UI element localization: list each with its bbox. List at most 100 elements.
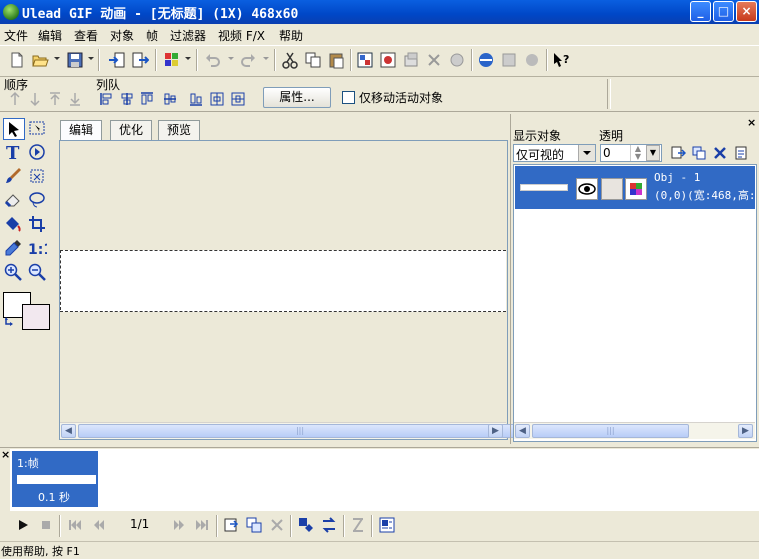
opacity-dropdown-icon[interactable]: ▼ <box>646 145 660 161</box>
bring-forward-icon[interactable] <box>7 91 23 107</box>
align-center-icon[interactable] <box>119 91 135 107</box>
lasso-tool-icon[interactable] <box>27 166 47 186</box>
center-horizontal-icon[interactable] <box>209 91 225 107</box>
fill-tool-icon[interactable] <box>3 214 23 234</box>
play-icon[interactable] <box>14 516 32 534</box>
export-icon[interactable] <box>131 51 149 69</box>
paintbrush-tool-icon[interactable] <box>3 166 23 186</box>
zoom-in-icon[interactable] <box>3 262 23 282</box>
palette-icon[interactable] <box>625 178 647 200</box>
tab-optimize[interactable]: 优化 <box>110 120 153 140</box>
center-vertical-icon[interactable] <box>230 91 246 107</box>
zoom-out-icon[interactable] <box>27 262 47 282</box>
chevron-down-icon[interactable] <box>578 145 595 161</box>
move-active-only-checkbox[interactable] <box>342 91 355 104</box>
pick-tool-icon[interactable] <box>3 118 25 140</box>
lock-toggle[interactable] <box>601 178 623 200</box>
delete-frame-icon[interactable] <box>268 516 286 534</box>
minimize-button[interactable]: _ <box>690 1 711 22</box>
tween-icon[interactable] <box>448 51 466 69</box>
maximize-button[interactable]: □ <box>713 1 734 22</box>
cut-icon[interactable] <box>281 51 299 69</box>
import-icon[interactable] <box>108 51 126 69</box>
image-canvas[interactable] <box>60 250 506 312</box>
scroll-thumb[interactable]: ||| <box>532 424 689 438</box>
open-icon[interactable] <box>31 51 49 69</box>
add-image-icon[interactable] <box>379 51 397 69</box>
scroll-left-button[interactable]: ◀ <box>515 424 530 438</box>
scroll-right-button[interactable]: ▶ <box>488 424 503 438</box>
eyedropper-tool-icon[interactable] <box>3 238 23 258</box>
send-backward-icon[interactable] <box>27 91 43 107</box>
tween-frames-icon[interactable] <box>297 516 315 534</box>
duplicate-frame-icon[interactable] <box>245 516 263 534</box>
close-button[interactable]: × <box>736 1 757 22</box>
paste-icon[interactable] <box>327 51 345 69</box>
crop-tool-icon[interactable] <box>27 214 47 234</box>
add-frame-icon[interactable] <box>222 516 240 534</box>
banner-text-icon[interactable] <box>349 516 367 534</box>
menu-view[interactable]: 查看 <box>74 27 98 44</box>
menu-video-fx[interactable]: 视频 F/X <box>218 27 265 44</box>
eye-icon[interactable] <box>576 178 598 200</box>
browser-icon[interactable] <box>163 51 181 69</box>
frame-panel-close-icon[interactable]: × <box>1 448 10 461</box>
browser-preview-icon[interactable] <box>477 51 495 69</box>
menu-help[interactable]: 帮助 <box>279 27 303 44</box>
align-left-icon[interactable] <box>99 91 115 107</box>
transform-tool-icon[interactable] <box>27 142 47 162</box>
align-top-icon[interactable] <box>139 91 155 107</box>
menu-frame[interactable]: 帧 <box>146 27 158 44</box>
duplicate-object-icon[interactable] <box>670 145 687 161</box>
first-frame-icon[interactable] <box>66 516 84 534</box>
eraser-tool-icon[interactable] <box>3 190 23 210</box>
next-frame-icon[interactable] <box>170 516 188 534</box>
save-icon[interactable] <box>66 51 84 69</box>
align-bottom-icon[interactable] <box>188 91 204 107</box>
object-properties-icon[interactable] <box>733 145 749 161</box>
bring-to-front-icon[interactable] <box>47 91 63 107</box>
menu-filter[interactable]: 过滤器 <box>170 27 206 44</box>
menu-file[interactable]: 文件 <box>4 27 28 44</box>
swap-colors-icon[interactable] <box>4 316 16 328</box>
lasso-free-tool-icon[interactable] <box>27 190 47 210</box>
background-color-swatch[interactable] <box>22 304 50 330</box>
reverse-frames-icon[interactable] <box>320 516 338 534</box>
new-icon[interactable] <box>8 51 26 69</box>
delete-icon[interactable] <box>425 51 443 69</box>
stop-icon[interactable] <box>37 516 55 534</box>
object-list-hscrollbar[interactable]: ◀ ||| ▶ <box>514 422 755 439</box>
last-frame-icon[interactable] <box>193 516 211 534</box>
panel-close-icon[interactable]: × <box>747 116 756 129</box>
previous-frame-icon[interactable] <box>90 516 108 534</box>
add-frame-icon[interactable] <box>402 51 420 69</box>
optimize-icon[interactable] <box>356 51 374 69</box>
scroll-right-button[interactable]: ▶ <box>738 424 753 438</box>
menu-edit[interactable]: 编辑 <box>38 27 62 44</box>
marquee-tool-icon[interactable] <box>27 118 47 138</box>
frame-properties-icon[interactable] <box>378 516 396 534</box>
align-middle-icon[interactable] <box>162 91 178 107</box>
editor-tabs: 编辑 优化 预览 <box>58 120 506 141</box>
wizard-icon[interactable] <box>500 51 518 69</box>
redo-icon[interactable] <box>239 51 257 69</box>
scroll-thumb[interactable]: ||| <box>78 424 522 438</box>
delete-object-icon[interactable] <box>712 145 728 161</box>
editor-hscrollbar[interactable]: ◀ ||| ▶ <box>60 422 522 439</box>
frame-strip[interactable] <box>10 449 759 511</box>
text-tool-icon[interactable]: T <box>3 142 23 162</box>
tab-edit[interactable]: 编辑 <box>60 120 103 141</box>
actual-size-icon[interactable]: 1:1 <box>27 238 47 258</box>
scroll-left-button[interactable]: ◀ <box>61 424 76 438</box>
properties-button[interactable]: 属性... <box>263 87 331 108</box>
menu-object[interactable]: 对象 <box>110 27 134 44</box>
merge-objects-icon[interactable] <box>691 145 707 161</box>
send-to-back-icon[interactable] <box>67 91 83 107</box>
copy-icon[interactable] <box>304 51 322 69</box>
tab-preview[interactable]: 预览 <box>158 120 201 140</box>
whats-this-icon[interactable]: ? <box>552 51 570 69</box>
app-icon[interactable] <box>3 4 19 20</box>
undo-icon[interactable] <box>204 51 222 69</box>
tools-icon[interactable] <box>523 51 541 69</box>
opacity-slider-icon[interactable]: ▲ ▼ <box>630 145 645 161</box>
